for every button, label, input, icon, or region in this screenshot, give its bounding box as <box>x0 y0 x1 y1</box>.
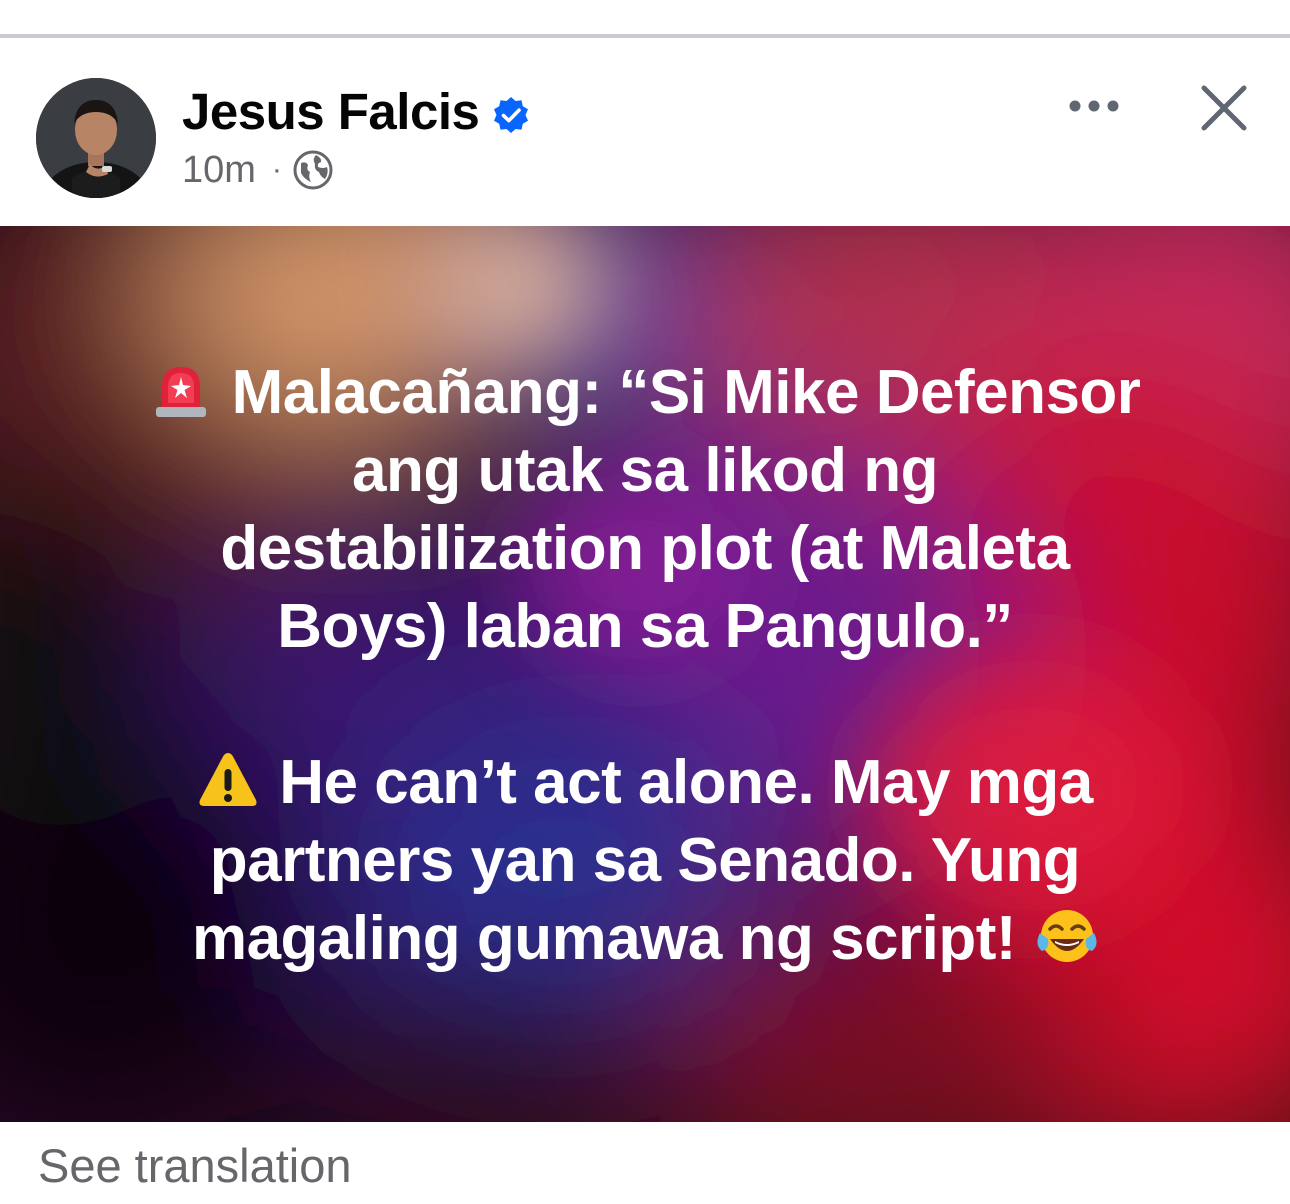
post-line: magaling gumawa ng script! <box>0 900 1290 978</box>
post-header: Jesus Falcis 10m · <box>0 38 1290 226</box>
close-icon[interactable] <box>1196 80 1252 136</box>
post-line: He can’t act alone. May mga <box>0 744 1290 822</box>
face-with-tears-of-joy-icon <box>1037 910 1097 962</box>
post-line: destabilization plot (at Maleta <box>220 514 1070 583</box>
more-options-icon[interactable] <box>1064 88 1124 124</box>
post-text: Malacañang: “Si Mike Defensor ang utak s… <box>0 354 1290 978</box>
meta-separator: · <box>271 153 282 186</box>
verified-badge-icon <box>494 97 528 133</box>
author-name[interactable]: Jesus Falcis <box>182 82 480 142</box>
post-meta: 10m · <box>182 148 334 192</box>
post-line: ang utak sa likod ng <box>352 436 939 505</box>
post-paragraph-1: Malacañang: “Si Mike Defensor ang utak s… <box>0 354 1290 666</box>
post-paragraph-2: He can’t act alone. May mga partners yan… <box>0 744 1290 978</box>
text-post-background: Malacañang: “Si Mike Defensor ang utak s… <box>0 226 1290 1122</box>
post-line: Boys) laban sa Pangulo.” <box>277 592 1013 661</box>
rotating-light-icon <box>155 367 206 417</box>
see-translation-link[interactable]: See translation <box>38 1138 352 1194</box>
warning-icon <box>199 753 257 806</box>
post-line: Malacañang: “Si Mike Defensor <box>0 354 1290 432</box>
globe-icon[interactable] <box>292 149 334 191</box>
post-line: partners yan sa Senado. Yung <box>209 826 1081 895</box>
author-avatar[interactable] <box>36 78 156 198</box>
post-timestamp[interactable]: 10m <box>182 149 256 192</box>
